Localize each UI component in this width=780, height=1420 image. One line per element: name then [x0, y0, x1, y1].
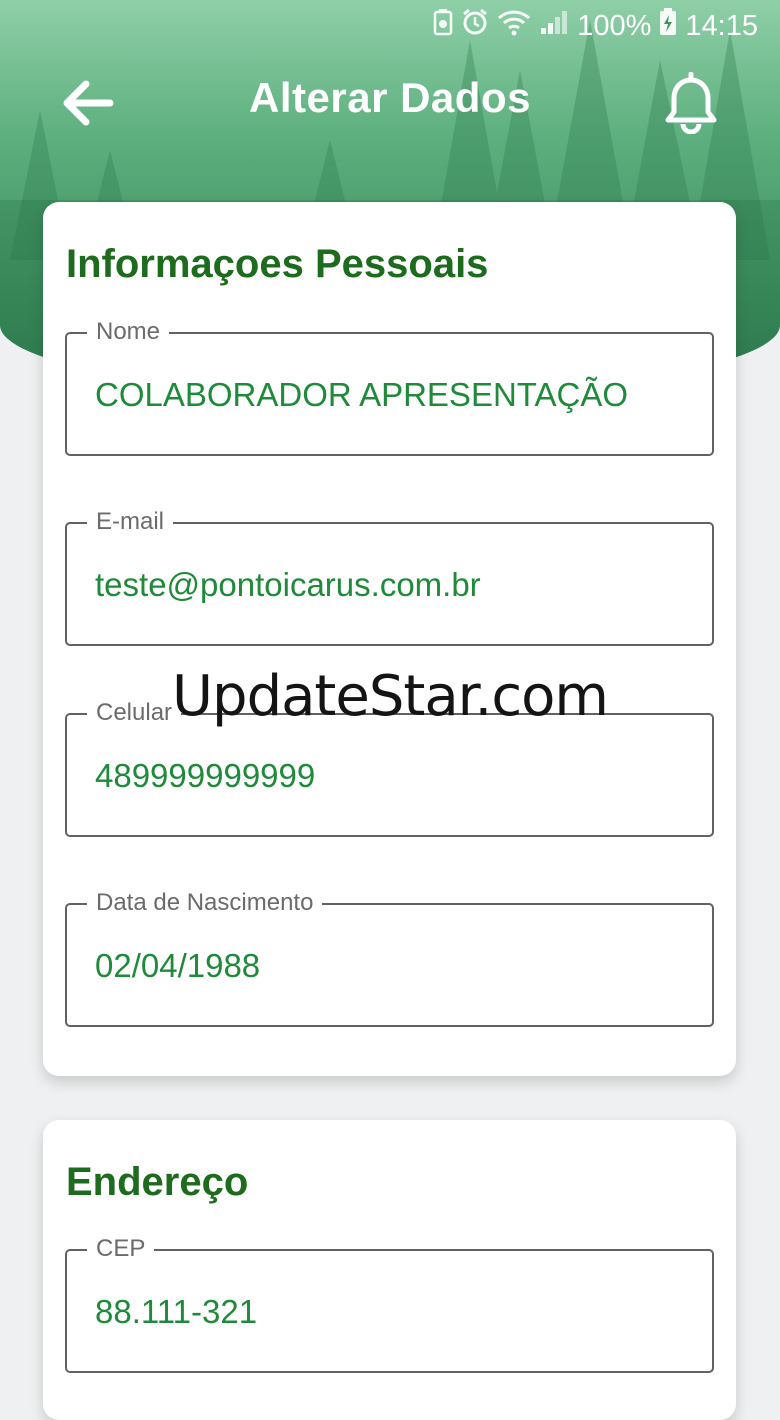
name-value: COLABORADOR APRESENTAÇÃO: [95, 376, 629, 413]
email-field[interactable]: E-mail teste@pontoicarus.com.br: [65, 505, 714, 646]
battery-saver-icon: [433, 8, 453, 44]
battery-charging-icon: [659, 8, 677, 44]
cep-field[interactable]: CEP 88.111-321: [65, 1232, 714, 1373]
address-title: Endereço: [66, 1160, 249, 1204]
status-time: 14:15: [685, 9, 758, 42]
phone-value: 489999999999: [95, 757, 316, 794]
birthdate-field[interactable]: Data de Nascimento 02/04/1988: [65, 886, 714, 1027]
phone-field[interactable]: Celular 489999999999: [65, 696, 714, 837]
bell-icon: [665, 71, 717, 135]
birthdate-label: Data de Nascimento: [87, 886, 323, 920]
personal-info-title: Informaçoes Pessoais: [66, 242, 489, 286]
name-label: Nome: [87, 315, 170, 349]
cep-label: CEP: [87, 1232, 155, 1266]
email-value: teste@pontoicarus.com.br: [95, 566, 481, 603]
watermark: UpdateStar.com: [172, 664, 609, 729]
toolbar: Alterar Dados: [0, 60, 780, 146]
signal-icon: [539, 8, 569, 44]
email-label: E-mail: [87, 505, 174, 539]
address-card: Endereço CEP 88.111-321: [43, 1120, 736, 1420]
name-field[interactable]: Nome COLABORADOR APRESENTAÇÃO: [65, 315, 714, 456]
birthdate-value: 02/04/1988: [95, 947, 261, 984]
notifications-button[interactable]: [662, 71, 720, 135]
alarm-icon: [461, 8, 489, 44]
personal-info-card: Informaçoes Pessoais Nome COLABORADOR AP…: [43, 202, 736, 1076]
cep-value: 88.111-321: [95, 1293, 258, 1330]
wifi-icon: [497, 8, 531, 44]
status-bar: 100% 14:15: [0, 0, 780, 52]
battery-percent: 100%: [577, 9, 652, 42]
